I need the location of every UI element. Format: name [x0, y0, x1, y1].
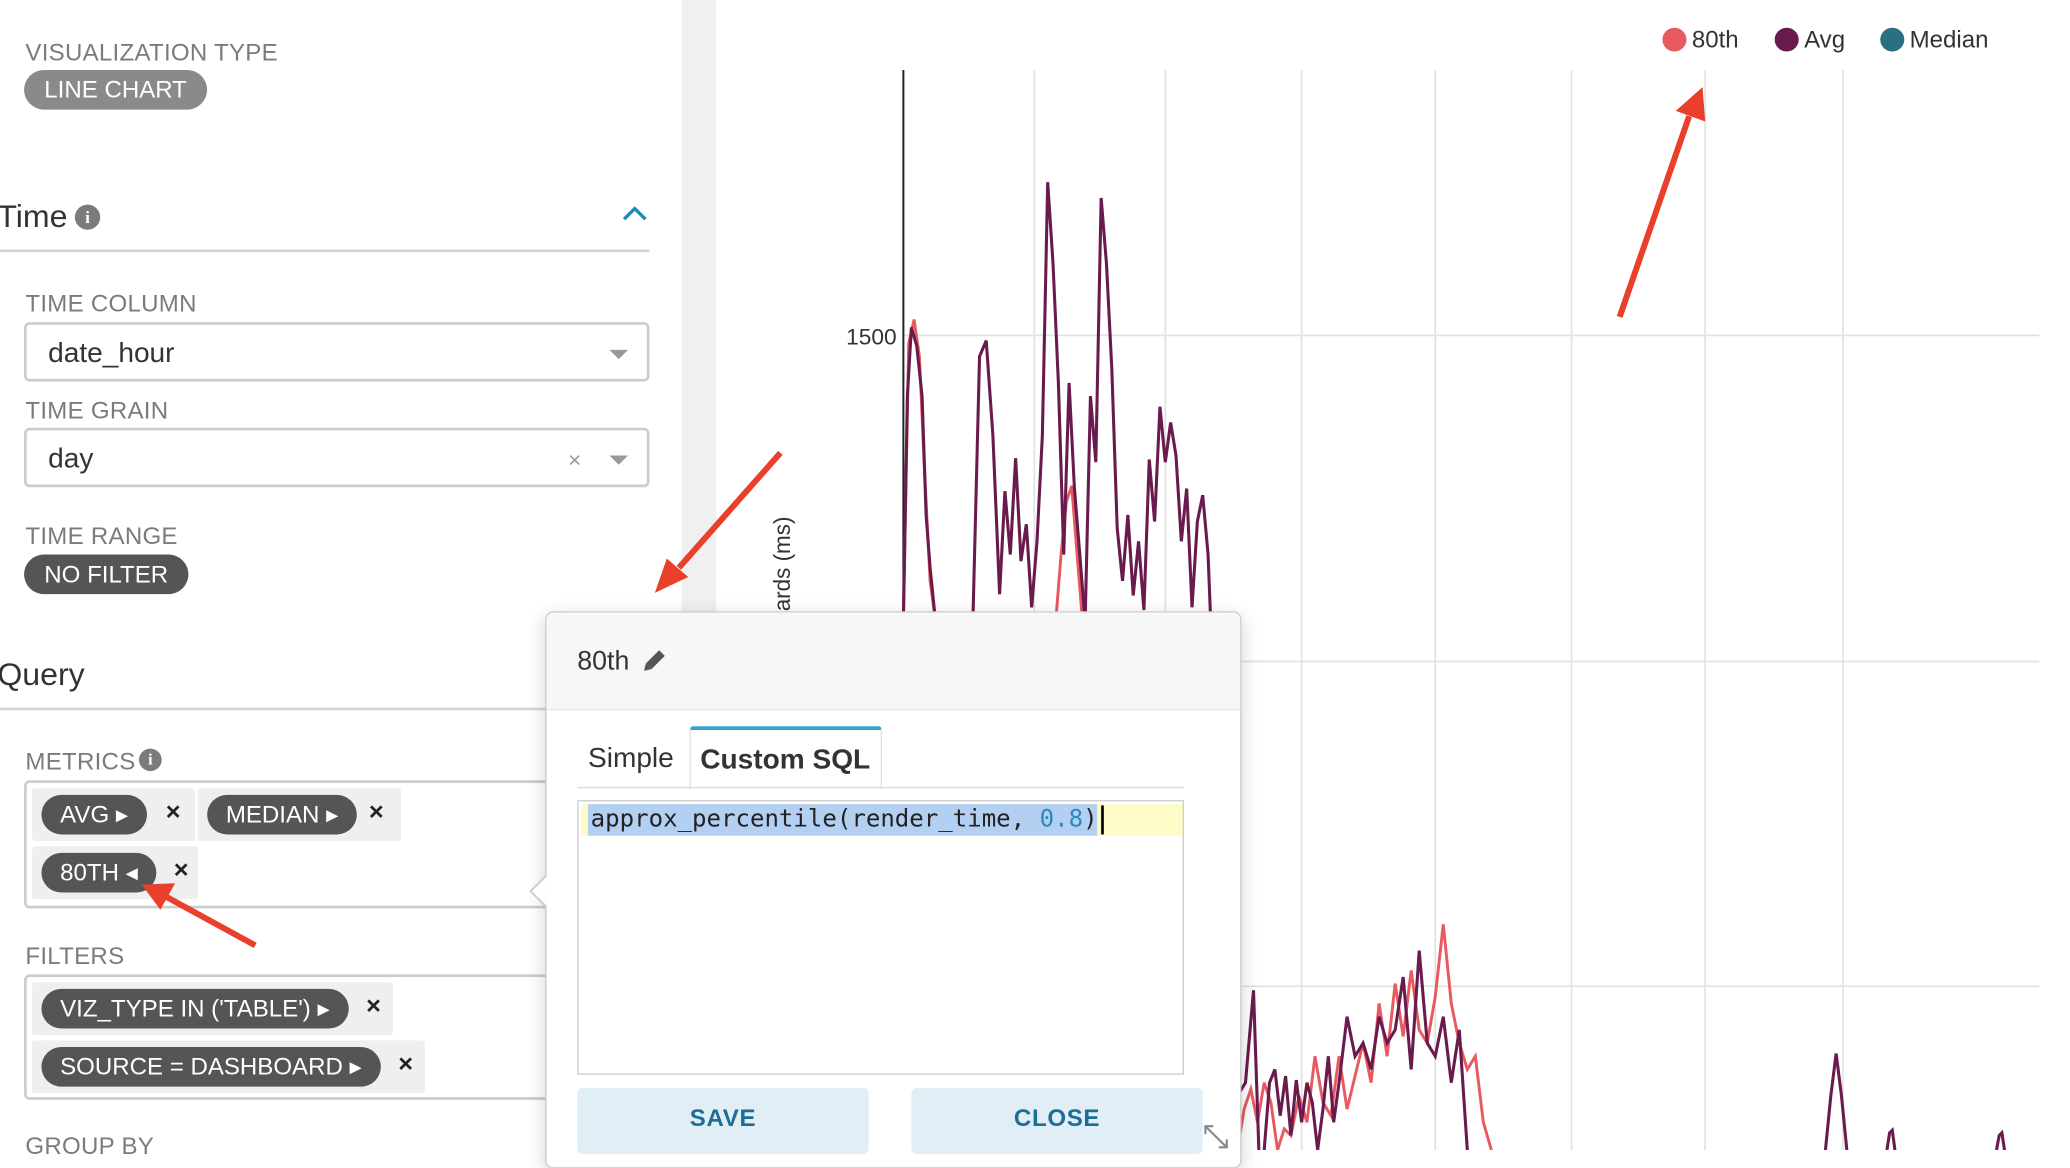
legend-item-avg[interactable]: Avg: [1774, 26, 1846, 54]
text-cursor: [1101, 805, 1104, 835]
query-section-title: Query: [0, 657, 85, 694]
tab-custom-sql-label: Custom SQL: [700, 744, 871, 776]
metric-80th-button[interactable]: 80TH ◂: [41, 852, 157, 893]
filter-source-button[interactable]: SOURCE = DASHBOARD ▸: [41, 1047, 381, 1087]
legend-label-80th: 80th: [1691, 26, 1739, 53]
metric-edit-popover: 80th Simple Custom SQL approx_percentile…: [529, 611, 1242, 1168]
tab-custom-sql[interactable]: Custom SQL: [689, 726, 882, 790]
time-grain-label: TIME GRAIN: [25, 397, 169, 424]
legend-dot-median: [1880, 27, 1905, 52]
time-info-icon[interactable]: i: [74, 204, 101, 230]
filter-tag-source: SOURCE = DASHBOARD ▸ ×: [32, 1040, 425, 1094]
time-column-label: TIME COLUMN: [25, 290, 197, 317]
metric-median-button[interactable]: MEDIAN ▸: [207, 794, 357, 835]
close-button[interactable]: CLOSE: [911, 1087, 1203, 1154]
legend-dot-avg: [1774, 27, 1799, 52]
time-column-value: date_hour: [48, 338, 175, 369]
resize-icon[interactable]: [1201, 1122, 1230, 1151]
y-tick-label: 1500: [846, 325, 897, 350]
time-grain-value: day: [48, 443, 94, 474]
dropdown-caret-icon: [609, 455, 629, 465]
filters-select[interactable]: VIZ_TYPE IN ('TABLE') ▸ × SOURCE = DASHB…: [24, 974, 586, 1100]
visualization-type-button[interactable]: LINE CHART: [24, 69, 208, 110]
time-section-title: Time: [0, 199, 68, 236]
series-80th-line: [1236, 924, 1493, 1150]
popover-arrow-inner: [531, 876, 547, 906]
popover-header: 80th: [546, 612, 1241, 711]
remove-icon[interactable]: ×: [166, 799, 181, 828]
series-avg-line: [901, 327, 937, 621]
time-column-select[interactable]: date_hour: [24, 322, 650, 382]
metric-tag-avg: AVG ▸ ×: [32, 788, 196, 842]
tabs-divider: [577, 786, 1185, 789]
metrics-label: METRICS: [25, 748, 136, 776]
y-axis-label: ards (ms): [770, 517, 795, 612]
save-button[interactable]: SAVE: [577, 1087, 869, 1154]
filter-viz-type-button[interactable]: VIZ_TYPE IN ('TABLE') ▸: [41, 988, 349, 1029]
series-avg-line: [1885, 1126, 1897, 1150]
tab-simple[interactable]: Simple: [588, 743, 674, 775]
active-line: approx_percentile(render_time, 0.8): [581, 804, 1183, 836]
filter-tag-viz-type: VIZ_TYPE IN ('TABLE') ▸ ×: [32, 982, 393, 1036]
metrics-select[interactable]: AVG ▸ × MEDIAN ▸ × 80TH ◂ ×: [24, 780, 586, 909]
legend-label-median: Median: [1909, 26, 1989, 53]
time-range-button[interactable]: NO FILTER: [24, 554, 189, 595]
clear-icon[interactable]: ×: [568, 448, 581, 474]
time-grain-select[interactable]: day ×: [24, 427, 650, 488]
filters-label: FILTERS: [25, 942, 125, 970]
sql-code: approx_percentile(render_time, 0.8): [590, 805, 1098, 834]
sql-editor[interactable]: approx_percentile(render_time, 0.8): [577, 800, 1185, 1075]
remove-icon[interactable]: ×: [174, 857, 189, 886]
series-avg-line: [1083, 197, 1213, 622]
time-range-label: TIME RANGE: [25, 522, 178, 550]
metric-title[interactable]: 80th: [577, 647, 629, 677]
legend-dot-80th: [1662, 27, 1687, 52]
visualization-type-label: VISUALIZATION TYPE: [25, 39, 278, 67]
dropdown-caret-icon: [609, 349, 629, 360]
time-section-divider: [0, 249, 650, 253]
legend-item-80th[interactable]: 80th: [1662, 26, 1739, 54]
remove-icon[interactable]: ×: [398, 1051, 413, 1080]
legend-item-median[interactable]: Median: [1880, 26, 1989, 54]
remove-icon[interactable]: ×: [369, 799, 384, 828]
legend-label-avg: Avg: [1804, 26, 1846, 53]
metric-tag-median: MEDIAN ▸ ×: [197, 788, 401, 842]
chevron-up-icon[interactable]: [621, 203, 648, 221]
remove-icon[interactable]: ×: [366, 993, 381, 1022]
metric-tag-80th: 80TH ◂ ×: [32, 846, 198, 900]
pencil-icon[interactable]: [640, 648, 667, 674]
series-avg-line: [1994, 1129, 2007, 1150]
group-by-label: GROUP BY: [25, 1132, 155, 1160]
metric-avg-button[interactable]: AVG ▸: [41, 794, 147, 835]
metrics-info-icon[interactable]: i: [138, 748, 162, 772]
series-avg-line: [971, 182, 1087, 622]
